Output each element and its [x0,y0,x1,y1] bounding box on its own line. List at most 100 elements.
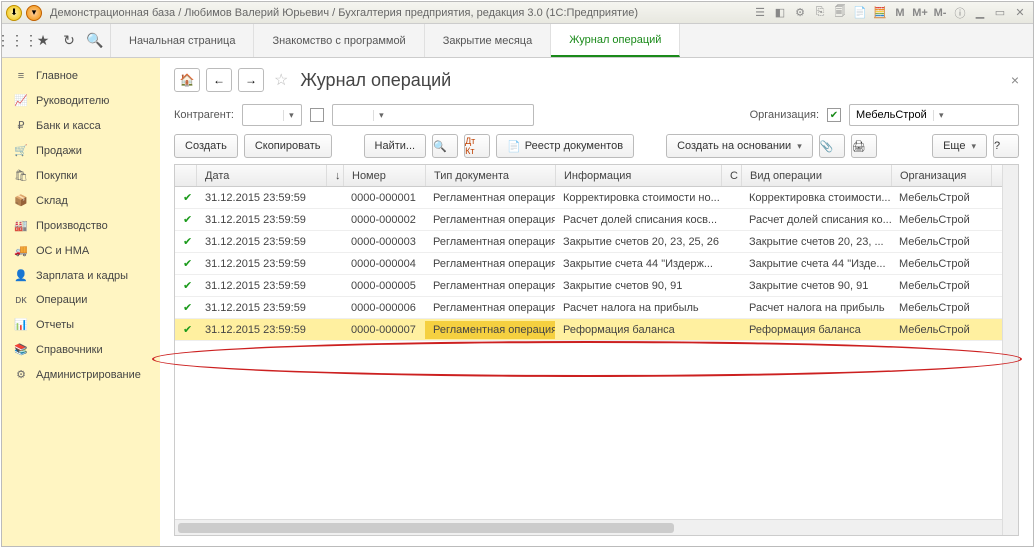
table-row[interactable]: ✔31.12.2015 23:59:590000-000001Регламент… [175,187,1018,209]
close-icon[interactable]: ✕ [1011,5,1029,21]
sidebar-item-1[interactable]: 📈Руководителю [2,88,160,113]
maximize-icon[interactable]: ▭ [991,5,1009,21]
sidebar-icon: ᴅᴋ [14,294,28,306]
registry-button[interactable]: 📄 Реестр документов [496,134,634,158]
sidebar-item-8[interactable]: 👤Зарплата и кадры [2,263,160,288]
minimize-icon[interactable]: ▁ [971,5,989,21]
sidebar-item-0[interactable]: ≡Главное [2,64,160,88]
vertical-scrollbar[interactable] [1002,165,1018,535]
sidebar-item-4[interactable]: 🛍Покупки [2,163,160,188]
cell-date: 31.12.2015 23:59:59 [197,211,327,229]
dropdown-icon[interactable]: ▾ [26,5,42,21]
attach-button[interactable]: 📎 [819,134,845,158]
cell-op: Расчет долей списания ко... [741,211,891,229]
help-button[interactable]: ? [993,134,1019,158]
tool-icon-5[interactable]: 🗐 [831,5,849,21]
cell-date: 31.12.2015 23:59:59 [197,299,327,317]
cell-info: Корректировка стоимости но... [555,189,721,207]
contragent-checkbox[interactable] [310,108,324,122]
history-icon[interactable]: ↻ [60,32,78,50]
forward-button[interactable]: → [238,68,264,92]
back-button[interactable]: ← [206,68,232,92]
copy-button[interactable]: Скопировать [244,134,332,158]
cell-type: Регламентная операция [425,299,555,317]
star-icon[interactable]: ★ [34,32,52,50]
app-icon: ⬇ [6,5,22,21]
table-row[interactable]: ✔31.12.2015 23:59:590000-000002Регламент… [175,209,1018,231]
tab-2[interactable]: Закрытие месяца [425,24,552,57]
sidebar-item-9[interactable]: ᴅᴋ Операции [2,288,160,312]
apps-icon[interactable]: ⋮⋮⋮ [8,32,26,50]
tool-icon-3[interactable]: ⚙ [791,5,809,21]
memory-m-icon[interactable]: M [891,5,909,21]
tool-icon-7[interactable]: 🧮 [871,5,889,21]
cell-op: Закрытие счетов 20, 23, ... [741,233,891,251]
memory-mplus-icon[interactable]: M+ [911,5,929,21]
sidebar-label: Отчеты [36,319,74,331]
col-c[interactable]: С [722,165,742,186]
col-org[interactable]: Организация [892,165,992,186]
sidebar-item-7[interactable]: 🚚ОС и НМА [2,238,160,263]
org-combo[interactable]: МебельСтрой▾ [849,104,1019,126]
sidebar-label: Зарплата и кадры [36,270,128,282]
cell-org: МебельСтрой [891,211,991,229]
check-icon: ✔ [183,236,192,248]
tool-icon-1[interactable]: ☰ [751,5,769,21]
clear-filter-button[interactable]: 🔍 [432,134,458,158]
tab-1[interactable]: Знакомство с программой [254,24,424,57]
org-value: МебельСтрой [850,109,933,121]
sidebar-item-6[interactable]: 🏭Производство [2,213,160,238]
col-sort-icon[interactable]: ↓ [327,165,344,186]
table-row[interactable]: ✔31.12.2015 23:59:590000-000007Регламент… [175,319,1018,341]
sidebar-item-10[interactable]: 📊Отчеты [2,312,160,337]
tool-icon-4[interactable]: ⎘ [811,5,829,21]
tab-3[interactable]: Журнал операций [551,24,680,57]
contragent-combo[interactable]: ▾ [242,104,302,126]
contragent-value-combo[interactable]: ▾ [332,104,534,126]
favorite-icon[interactable]: ☆ [274,70,288,90]
cell-info: Расчет долей списания косв... [555,211,721,229]
tab-0[interactable]: Начальная страница [111,24,254,57]
table-row[interactable]: ✔31.12.2015 23:59:590000-000005Регламент… [175,275,1018,297]
sidebar-item-2[interactable]: ₽Банк и касса [2,113,160,138]
more-button[interactable]: Еще▾ [932,134,987,158]
col-optype[interactable]: Вид операции [742,165,892,186]
info-icon[interactable]: ⓘ [951,5,969,21]
tool-icon-2[interactable]: ◧ [771,5,789,21]
col-date[interactable]: Дата [197,165,327,186]
table-row[interactable]: ✔31.12.2015 23:59:590000-000006Регламент… [175,297,1018,319]
check-icon: ✔ [183,280,192,292]
sidebar-item-11[interactable]: 📚Справочники [2,337,160,362]
horizontal-scrollbar[interactable] [175,519,1002,535]
dk-button[interactable]: ДтКт [464,134,490,158]
cell-info: Закрытие счетов 20, 23, 25, 26 [555,233,721,251]
org-checkbox[interactable]: ✔ [827,108,841,122]
col-doctype[interactable]: Тип документа [426,165,556,186]
table-row[interactable]: ✔31.12.2015 23:59:590000-000004Регламент… [175,253,1018,275]
col-info[interactable]: Информация [556,165,722,186]
contragent-label: Контрагент: [174,109,234,121]
find-button[interactable]: Найти... [364,134,427,158]
create-button[interactable]: Создать [174,134,238,158]
search-icon[interactable]: 🔍 [86,32,104,50]
col-number[interactable]: Номер [344,165,426,186]
cell-op: Закрытие счетов 90, 91 [741,277,891,295]
tool-icon-6[interactable]: 📄 [851,5,869,21]
sidebar-item-3[interactable]: 🛒Продажи [2,138,160,163]
home-button[interactable]: 🏠 [174,68,200,92]
cell-type: Регламентная операция [425,321,555,339]
sidebar-item-5[interactable]: 📦Склад [2,188,160,213]
sidebar-label: Операции [36,294,87,306]
sidebar-item-12[interactable]: ⚙Администрирование [2,362,160,387]
memory-mminus-icon[interactable]: M- [931,5,949,21]
cell-date: 31.12.2015 23:59:59 [197,189,327,207]
close-tab-icon[interactable]: × [1011,72,1019,88]
cell-org: МебельСтрой [891,189,991,207]
sidebar-icon: 📚 [14,343,28,356]
table-row[interactable]: ✔31.12.2015 23:59:590000-000003Регламент… [175,231,1018,253]
cell-org: МебельСтрой [891,277,991,295]
print-button[interactable]: 🖨 [851,134,877,158]
create-on-button[interactable]: Создать на основании▾ [666,134,813,158]
col-status[interactable] [175,165,197,186]
sidebar-icon: 🛍 [14,169,28,182]
